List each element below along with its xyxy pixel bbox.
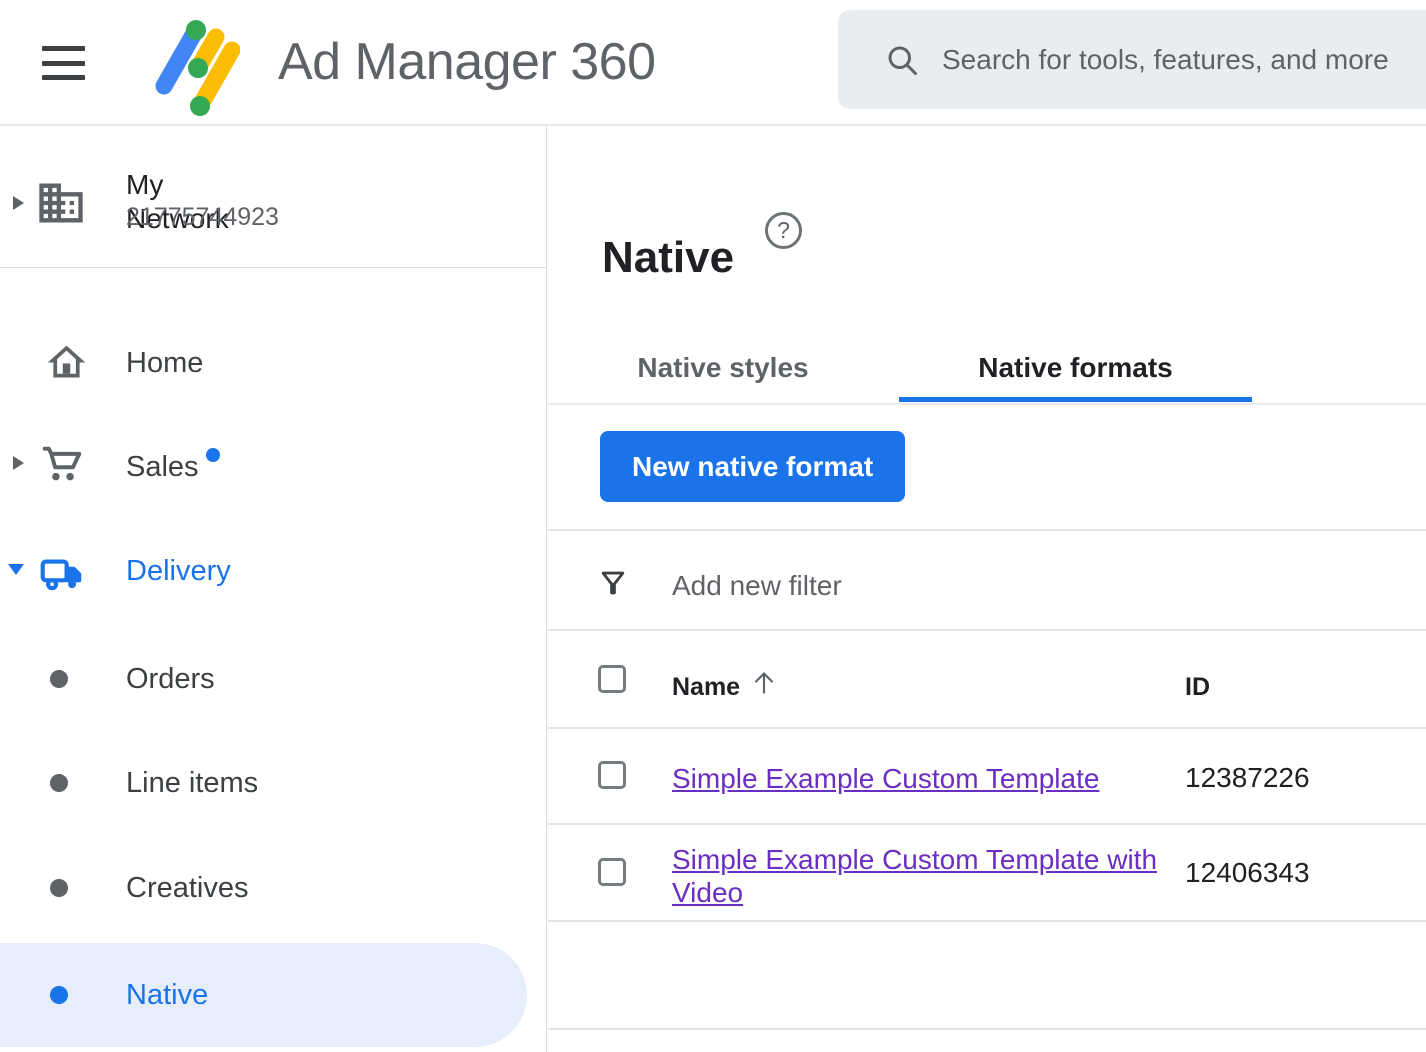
column-header-id[interactable]: ID <box>1185 673 1210 702</box>
ad-manager-logo[interactable] <box>148 10 240 116</box>
truck-icon <box>36 548 89 598</box>
help-icon[interactable]: ? <box>765 212 802 249</box>
sidebar: My Network 21775744923 Home Sales Delive… <box>0 126 547 1052</box>
sidebar-item-native[interactable]: Native <box>0 943 527 1047</box>
sort-ascending-icon[interactable] <box>748 666 780 698</box>
sidebar-item-home-label: Home <box>126 348 203 379</box>
row1-name-link[interactable]: Simple Example Custom Template <box>672 762 1099 795</box>
creatives-bullet-icon <box>50 879 68 897</box>
home-icon <box>44 340 89 385</box>
network-expand-icon <box>13 196 24 210</box>
topbar: Ad Manager 360 Search for tools, feature… <box>0 0 1426 126</box>
network-building-icon <box>35 176 87 230</box>
filter-funnel-icon <box>596 566 630 600</box>
new-native-format-button[interactable]: New native format <box>600 431 905 502</box>
tabs-divider <box>548 403 1426 405</box>
header-row-divider <box>548 727 1426 729</box>
sales-notification-dot <box>206 448 220 462</box>
ad-manager-logo-icon <box>148 10 240 116</box>
filter-placeholder: Add new filter <box>672 570 842 602</box>
page-title: Native <box>602 233 734 283</box>
column-header-name[interactable]: Name <box>672 673 740 702</box>
main-content: Native ? Native styles Native formats Ne… <box>548 126 1426 1052</box>
tab-native-styles[interactable]: Native styles <box>608 352 838 384</box>
sidebar-item-native-label: Native <box>126 980 208 1011</box>
app-title: Ad Manager 360 <box>278 0 656 124</box>
sidebar-item-delivery-label: Delivery <box>126 556 231 587</box>
row1-id: 12387226 <box>1185 762 1310 794</box>
active-tab-underline <box>899 397 1252 402</box>
row1-divider <box>548 823 1426 825</box>
select-all-checkbox[interactable] <box>598 665 626 693</box>
search-icon <box>884 42 920 78</box>
sidebar-item-orders-label: Orders <box>126 664 215 695</box>
row2-divider <box>548 920 1426 922</box>
sales-expand-icon <box>13 456 24 470</box>
search-bar[interactable]: Search for tools, features, and more <box>838 10 1426 109</box>
ad-manager-app: { "topbar": { "app_title": "Ad Manager 3… <box>0 0 1426 1052</box>
native-bullet-icon <box>50 986 68 1004</box>
line-items-bullet-icon <box>50 774 68 792</box>
sidebar-item-line-items-label: Line items <box>126 768 258 799</box>
cart-icon <box>38 442 88 492</box>
orders-bullet-icon <box>50 670 68 688</box>
row2-name-link[interactable]: Simple Example Custom Template with Vide… <box>672 843 1187 909</box>
row2-id: 12406343 <box>1185 857 1310 889</box>
row1-checkbox[interactable] <box>598 761 626 789</box>
sidebar-item-sales-label: Sales <box>126 452 199 483</box>
table-top-divider <box>548 629 1426 631</box>
delivery-collapse-icon <box>8 564 24 575</box>
table-bottom-divider <box>548 1028 1426 1030</box>
menu-icon[interactable] <box>42 46 85 80</box>
sidebar-divider <box>0 267 547 268</box>
sidebar-item-creatives-label: Creatives <box>126 873 249 904</box>
network-id: 21775744923 <box>126 202 279 232</box>
tab-native-formats[interactable]: Native formats <box>899 352 1252 384</box>
search-placeholder: Search for tools, features, and more <box>942 44 1389 76</box>
filter-row-top-divider <box>548 529 1426 531</box>
row2-checkbox[interactable] <box>598 858 626 886</box>
